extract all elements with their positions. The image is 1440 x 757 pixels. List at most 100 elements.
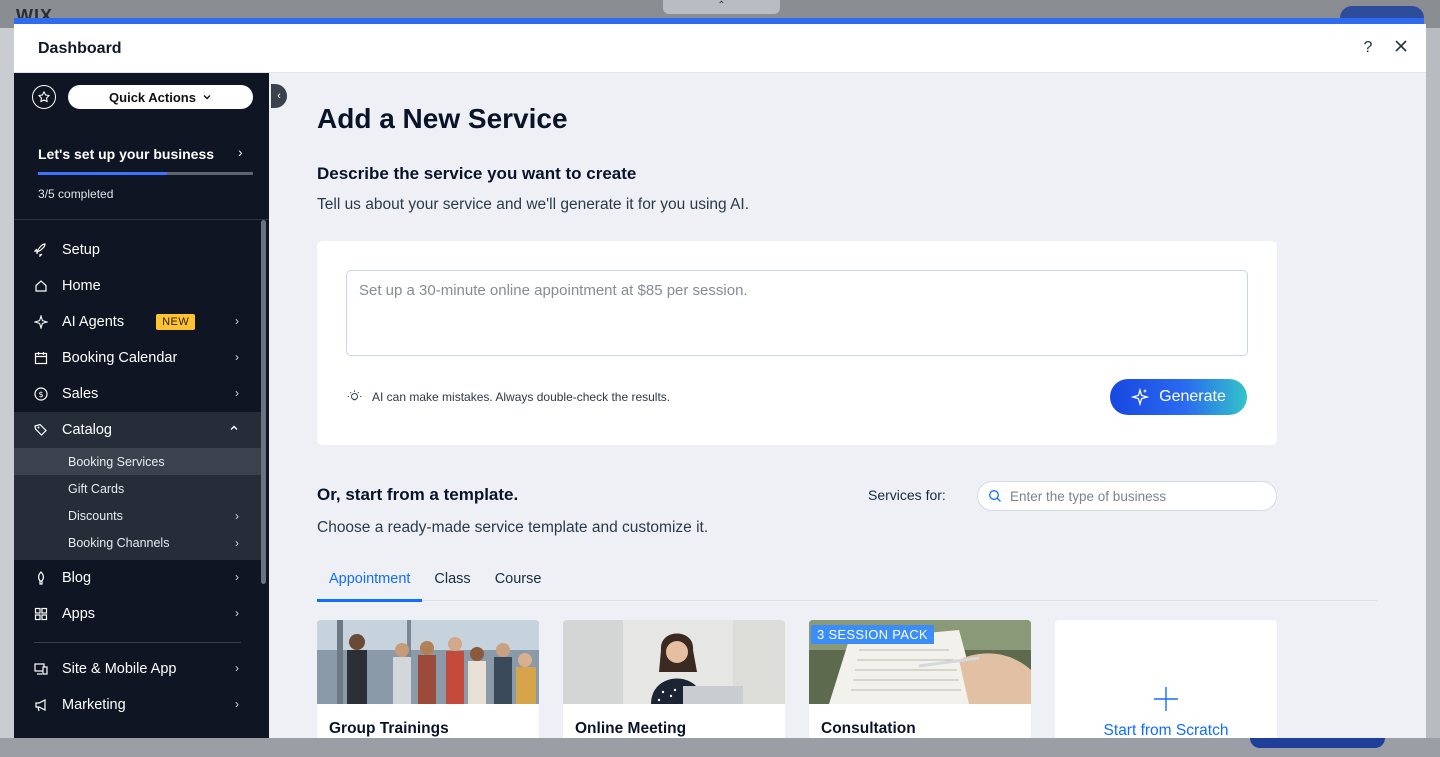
sidebar-subitem-booking-channels[interactable]: Booking Channels ›: [14, 529, 261, 556]
home-icon: [34, 279, 48, 293]
setup-progress-bar: [38, 172, 253, 175]
sidebar-item-label: Booking Calendar: [62, 350, 178, 366]
chevron-right-icon: ›: [235, 314, 239, 328]
template-title: Or, start from a template.: [317, 485, 519, 504]
chevron-right-icon: ›: [235, 536, 239, 550]
modal-header: Dashboard ?: [14, 24, 1426, 73]
editor-bottom: [0, 738, 1440, 757]
tab-appointment[interactable]: Appointment: [317, 563, 423, 602]
svg-text:$: $: [38, 390, 43, 399]
sidebar-scrollbar[interactable]: [261, 220, 266, 584]
ai-disclaimer-text: AI can make mistakes. Always double-chec…: [372, 389, 671, 404]
tab-class[interactable]: Class: [422, 563, 482, 601]
dashboard-modal: Dashboard ? Quick Actions Let's set up y…: [14, 24, 1426, 738]
chevron-right-icon: ›: [235, 570, 239, 584]
quick-actions-label: Quick Actions: [109, 89, 196, 105]
pen-icon: [34, 571, 48, 585]
chevron-right-icon: ›: [235, 697, 239, 711]
sidebar-subitem-discounts[interactable]: Discounts ›: [14, 502, 261, 529]
subitem-label: Gift Cards: [68, 481, 125, 496]
chevron-down-icon: [203, 95, 211, 100]
chevron-right-icon: ›: [235, 386, 239, 400]
setup-progress-block[interactable]: Let's set up your business › 3/5 complet…: [14, 131, 269, 220]
calendar-icon: [34, 351, 48, 365]
card-title: Consultation: [821, 720, 916, 737]
sidebar-item-label: AI Agents: [62, 314, 125, 330]
lightbulb-icon: [347, 390, 362, 401]
sidebar-item-marketing[interactable]: Marketing ›: [14, 687, 261, 723]
sidebar-item-label: Marketing: [62, 697, 126, 713]
star-icon[interactable]: [32, 85, 56, 109]
sidebar-item-blog[interactable]: Blog ›: [14, 560, 261, 596]
generate-button[interactable]: Generate: [1110, 379, 1247, 415]
sidebar-item-catalog[interactable]: Catalog: [14, 412, 261, 448]
chevron-up-icon: [229, 422, 239, 436]
subitem-label: Booking Channels: [68, 535, 170, 550]
sidebar-item-label: Catalog: [62, 422, 112, 438]
sidebar-nav: Setup Home AI Agents NEW › Booking Calen…: [14, 232, 261, 723]
template-card-group-trainings[interactable]: Group Trainings: [317, 620, 539, 738]
chevron-right-icon: ›: [235, 509, 239, 523]
monitor-icon: [34, 662, 48, 676]
describe-description: Tell us about your service and we'll gen…: [317, 196, 750, 213]
sparkle-icon: [34, 315, 48, 329]
sidebar-item-setup[interactable]: Setup: [14, 232, 261, 268]
services-for-label: Services for:: [868, 487, 946, 503]
sidebar-subitem-booking-services[interactable]: Booking Services: [14, 448, 261, 475]
ai-description-input[interactable]: [346, 270, 1248, 356]
template-card-online-meeting[interactable]: Online Meeting: [563, 620, 785, 738]
sidebar-item-booking-calendar[interactable]: Booking Calendar ›: [14, 340, 261, 376]
subitem-label: Discounts: [68, 508, 123, 523]
woman-laptop-photo: [563, 620, 785, 704]
sidebar-item-label: Blog: [62, 570, 92, 586]
template-card-consultation[interactable]: 3 SESSION PACK Consultation: [809, 620, 1031, 738]
dollar-icon: $: [34, 387, 48, 401]
sidebar-item-home[interactable]: Home: [14, 268, 261, 304]
new-badge: NEW: [156, 314, 196, 330]
rocket-icon: [34, 243, 48, 257]
business-type-search[interactable]: [977, 481, 1277, 511]
plus-icon: [1154, 687, 1178, 711]
tab-course[interactable]: Course: [483, 563, 554, 601]
sidebar-item-sales[interactable]: $ Sales ›: [14, 376, 261, 412]
group-photo: [317, 620, 539, 704]
setup-progress-fill: [38, 172, 167, 175]
sidebar-item-label: Sales: [62, 386, 99, 402]
sidebar-item-label: Apps: [62, 606, 96, 622]
sidebar-item-ai-agents[interactable]: AI Agents NEW ›: [14, 304, 261, 340]
subitem-label: Booking Services: [68, 454, 165, 469]
chevron-right-icon: ›: [235, 350, 239, 364]
business-type-input[interactable]: [1010, 488, 1250, 504]
close-icon[interactable]: [1390, 37, 1412, 59]
generate-label: Generate: [1159, 388, 1226, 405]
chevron-right-icon: ›: [235, 606, 239, 620]
sparkle-icon: [1131, 388, 1150, 406]
template-description: Choose a ready-made service template and…: [317, 519, 709, 536]
sidebar-subitem-gift-cards[interactable]: Gift Cards: [14, 475, 261, 502]
search-icon: [989, 490, 1001, 502]
catalog-submenu: Booking Services Gift Cards Discounts › …: [14, 448, 261, 560]
sidebar-item-site-mobile-app[interactable]: Site & Mobile App ›: [14, 651, 261, 687]
megaphone-icon: [34, 698, 48, 712]
sidebar-item-apps[interactable]: Apps ›: [14, 596, 261, 632]
question-mark-icon[interactable]: ?: [1357, 37, 1379, 59]
sidebar-item-label: Setup: [62, 242, 100, 258]
editor-bottom-button: [1250, 738, 1385, 748]
start-from-scratch-card[interactable]: Start from Scratch: [1055, 620, 1277, 738]
sidebar-item-label: Site & Mobile App: [62, 661, 177, 677]
setup-progress-count: 3/5 completed: [38, 187, 114, 201]
chevron-right-icon: ›: [238, 144, 243, 160]
session-pack-badge: 3 SESSION PACK: [811, 625, 934, 644]
collapse-handle[interactable]: ⌃: [663, 0, 780, 14]
sidebar-item-label: Home: [62, 278, 101, 294]
editor-right-edge: [1426, 28, 1440, 738]
tag-icon: [34, 423, 48, 437]
quick-actions-button[interactable]: Quick Actions: [68, 85, 253, 109]
describe-title: Describe the service you want to create: [317, 164, 637, 183]
sidebar: Quick Actions Let's set up your business…: [14, 73, 269, 738]
ai-disclaimer: AI can make mistakes. Always double-chec…: [347, 389, 670, 404]
setup-title: Let's set up your business: [38, 146, 215, 162]
modal-title: Dashboard: [38, 40, 122, 57]
card-title: Online Meeting: [575, 720, 687, 737]
start-from-scratch-label: Start from Scratch: [1103, 722, 1229, 738]
